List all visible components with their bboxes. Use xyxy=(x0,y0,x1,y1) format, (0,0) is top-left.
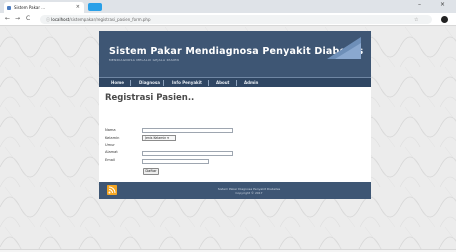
nav-item-about[interactable]: About xyxy=(216,79,229,87)
email-input[interactable] xyxy=(142,159,209,164)
window-close-icon[interactable]: × xyxy=(440,1,445,8)
nav-item-diagnosa[interactable]: Diagnosa xyxy=(139,79,160,87)
bookmark-star-icon[interactable]: ☆ xyxy=(414,17,418,23)
footer-line-2: Copyright © 2017 xyxy=(235,191,263,195)
site-container: Sistem Pakar Mendiagnosa Penyakit Diabet… xyxy=(99,31,371,199)
site-footer: Sistem Pakar Diagnosa Penyakit Diabetes … xyxy=(99,182,371,199)
site-info-icon[interactable]: ⓘ xyxy=(46,17,50,22)
name-label: Nama xyxy=(105,128,116,132)
browser-tab[interactable]: Sistem Pakar ... × xyxy=(4,2,84,13)
page-viewport: Sistem Pakar Mendiagnosa Penyakit Diabet… xyxy=(0,27,456,249)
nav-separator xyxy=(236,80,237,86)
page-title: Registrasi Pasien.. xyxy=(105,93,195,103)
rss-icon[interactable] xyxy=(107,185,117,195)
extension-icon[interactable] xyxy=(441,16,448,23)
reload-icon[interactable]: C xyxy=(26,15,30,22)
address-input[interactable] xyxy=(142,151,233,156)
nav-separator xyxy=(163,80,164,86)
gender-label: Kelamin xyxy=(105,136,120,140)
url-input[interactable]: ⓘ localhost/sistempakar/registrasi_pasie… xyxy=(40,15,432,24)
submit-button[interactable]: Daftar xyxy=(143,168,159,175)
site-header: Sistem Pakar Mendiagnosa Penyakit Diabet… xyxy=(99,31,371,77)
name-input[interactable] xyxy=(142,128,233,133)
gender-selected: Jenis Kelamin xyxy=(145,136,167,140)
back-icon[interactable]: ← xyxy=(5,15,10,22)
forward-icon[interactable]: → xyxy=(15,15,20,22)
age-label: Umur xyxy=(105,143,115,147)
header-logo-icon xyxy=(327,37,361,59)
browser-tab-strip: Sistem Pakar ... × – × xyxy=(0,0,456,13)
tab-title: Sistem Pakar ... xyxy=(14,5,46,10)
address-bar: ← → C ⓘ localhost/sistempakar/registrasi… xyxy=(0,13,456,26)
gender-select[interactable]: Jenis Kelamin ▾ xyxy=(142,135,176,141)
url-host: localhost xyxy=(51,17,70,22)
address-label: Alamat xyxy=(105,150,118,154)
site-title: Sistem Pakar Mendiagnosa Penyakit Diabet… xyxy=(109,46,364,57)
favicon-icon xyxy=(7,6,11,10)
email-label: Email xyxy=(105,158,115,162)
tab-close-icon[interactable]: × xyxy=(76,2,80,13)
url-path: /sistempakar/registrasi_pasien_form.php xyxy=(69,17,151,22)
registration-form: Registrasi Pasien.. Nama Kelamin Jenis K… xyxy=(99,87,371,182)
nav-item-home[interactable]: Home xyxy=(111,79,124,87)
new-tab-button[interactable] xyxy=(88,3,102,11)
main-nav: Home Diagnosa Info Penyakit About Admin xyxy=(99,77,371,87)
minimize-icon[interactable]: – xyxy=(418,1,421,8)
site-subtitle: MENDIAGNOSA MELALUI GEJALA PASIEN xyxy=(109,58,179,62)
nav-item-admin[interactable]: Admin xyxy=(244,79,258,87)
nav-item-info-penyakit[interactable]: Info Penyakit xyxy=(172,79,202,87)
nav-separator xyxy=(208,80,209,86)
nav-separator xyxy=(130,80,131,86)
